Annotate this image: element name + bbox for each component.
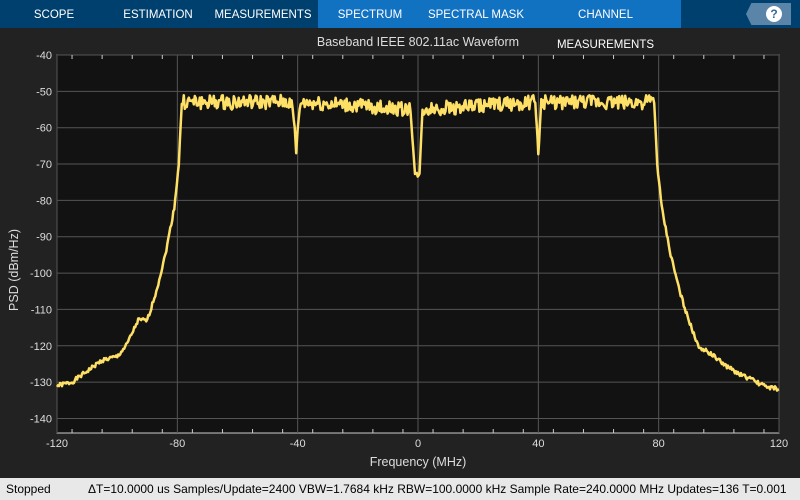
y-tick-label: -50 xyxy=(36,86,52,98)
tab-scope[interactable]: SCOPE xyxy=(0,0,108,28)
help-icon: ? xyxy=(766,6,782,22)
status-state: Stopped xyxy=(6,482,51,496)
y-tick-label: -70 xyxy=(36,159,52,171)
y-tick-label: -120 xyxy=(30,341,52,353)
x-axis-label: Frequency (MHz) xyxy=(370,455,467,469)
y-axis-label: PSD (dBm/Hz) xyxy=(7,229,21,311)
tab-estimation[interactable]: ESTIMATION xyxy=(108,0,208,28)
y-tick-label: -110 xyxy=(31,304,52,316)
chart-title: Baseband IEEE 802.11ac Waveform xyxy=(317,35,519,49)
x-tick-label: -80 xyxy=(169,438,185,450)
psd-chart: Baseband IEEE 802.11ac Waveform -120 -80 -… xyxy=(7,35,788,469)
x-tick-label: 0 xyxy=(415,438,421,450)
y-tick-label: -60 xyxy=(36,123,52,135)
tab-measurements[interactable]: MEASUREMENTS xyxy=(208,0,318,28)
x-tick-label: 40 xyxy=(532,438,544,450)
tab-channel-measurements[interactable]: CHANNEL MEASUREMENTS xyxy=(530,0,681,51)
y-tick-label: -140 xyxy=(30,413,52,425)
x-tick-label: -120 xyxy=(46,438,68,450)
status-info: ΔT=10.0000 us Samples/Update=2400 VBW=1.… xyxy=(88,482,787,496)
toolstrip-tabs: SCOPE ESTIMATION MEASUREMENTS SPECTRUM S… xyxy=(0,0,800,51)
status-bar: Stopped ΔT=10.0000 us Samples/Update=240… xyxy=(0,478,800,500)
y-tick-label: -100 xyxy=(30,268,52,280)
x-tick-label: 120 xyxy=(770,438,788,450)
tab-spectral-mask[interactable]: SPECTRAL MASK xyxy=(422,0,530,28)
y-tick-label: -40 xyxy=(36,50,52,62)
y-tick-label: -90 xyxy=(36,232,52,244)
x-tick-label: -40 xyxy=(290,438,306,450)
help-button[interactable]: ? xyxy=(746,3,791,25)
y-tick-label: -130 xyxy=(30,377,52,389)
tab-spectrum[interactable]: SPECTRUM xyxy=(318,0,422,28)
y-tick-label: -80 xyxy=(36,195,52,207)
x-tick-label: 80 xyxy=(653,438,665,450)
